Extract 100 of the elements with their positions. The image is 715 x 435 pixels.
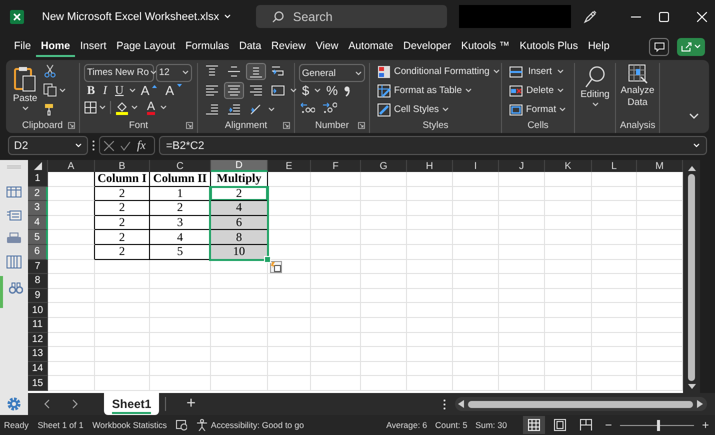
column-header[interactable]: H [407,160,453,172]
scroll-up-icon[interactable] [688,165,696,171]
increase-font-size-button[interactable]: A [138,82,160,98]
caret-icon[interactable] [355,70,362,76]
row-header[interactable]: 12 [28,332,48,348]
row-header[interactable]: 6 [28,244,48,260]
editing-button[interactable]: Editing [579,63,611,118]
caret-icon[interactable] [268,107,275,112]
cells-button[interactable]: Insert [506,63,570,80]
cut-icon[interactable] [43,64,58,78]
decrease-decimal-icon[interactable] [321,101,337,114]
check-icon[interactable] [120,140,131,150]
menu-tab[interactable]: Developer [398,36,456,57]
row-header[interactable]: 1 [28,172,48,187]
caret-icon[interactable] [592,102,598,107]
column-header[interactable]: J [499,160,545,172]
cancel-icon[interactable] [104,140,114,150]
binoculars-icon[interactable] [8,282,22,294]
caret-icon[interactable] [131,105,138,110]
column-header[interactable]: F [311,160,361,172]
row-header[interactable]: 10 [28,303,48,318]
column-header[interactable]: E [268,160,311,172]
caret-icon[interactable] [559,107,566,112]
column-header[interactable]: C [150,160,211,172]
menu-tab[interactable]: Help [582,36,615,57]
menu-tab[interactable]: Page Layout [111,36,180,57]
caret-icon[interactable] [59,88,66,92]
menu-tab[interactable]: Insert [75,36,112,57]
insert-function-button[interactable]: fx [137,138,146,153]
row-header[interactable]: 4 [28,216,48,230]
styles-button[interactable]: Format as Table [374,82,503,99]
row-header[interactable]: 11 [28,318,48,333]
name-box[interactable]: D2 [8,136,88,155]
currency-button[interactable]: $ [299,82,312,99]
column-header[interactable]: G [361,160,407,172]
decrease-font-size-button[interactable]: A [162,82,186,98]
dialog-launcher-icon[interactable] [358,122,365,129]
next-sheet-icon[interactable] [72,399,78,409]
fill-handle[interactable] [264,256,271,263]
caret-icon[interactable] [182,70,189,75]
workbook-statistics-button[interactable]: Workbook Statistics [92,420,167,430]
menu-tab[interactable]: Kutools Plus [514,36,583,57]
menu-tab[interactable]: Home [36,36,76,57]
menu-tab[interactable]: Kutools ™ [456,36,515,57]
scrollbar-thumb[interactable] [468,400,693,408]
caret-icon[interactable] [557,69,564,74]
caret-icon[interactable] [442,107,449,112]
row-header[interactable]: 14 [28,362,48,376]
caret-icon[interactable] [22,106,29,111]
row-header[interactable]: 8 [28,274,48,289]
menu-tab[interactable]: Formulas [180,36,234,57]
formula-field[interactable]: =B2*C2 [159,136,707,155]
alignment-button[interactable] [246,63,266,80]
table-icon[interactable] [6,186,22,198]
styles-button[interactable]: Conditional Formatting [374,63,503,80]
zoom-in-button[interactable]: + [702,418,709,432]
font-name-field[interactable]: Times New Ro [84,64,154,82]
menu-tab[interactable]: Review [266,36,311,57]
paste-options-icon[interactable] [270,260,282,273]
borders-icon[interactable] [84,101,97,114]
row-header[interactable]: 7 [28,260,48,274]
function-list-icon[interactable] [6,209,22,221]
caret-icon[interactable] [128,88,136,92]
share-button[interactable] [677,38,705,56]
fill-color-icon[interactable] [115,100,129,114]
caret-icon[interactable] [150,70,157,75]
row-header[interactable]: 13 [28,347,48,362]
scroll-left-icon[interactable] [458,400,464,408]
row-header[interactable]: 5 [28,230,48,245]
alignment-button[interactable] [224,82,244,99]
zoom-slider-thumb[interactable] [657,420,660,430]
menu-tab[interactable]: View [310,36,344,57]
view-button[interactable] [522,416,545,434]
scrollbar-thumb[interactable] [688,174,695,381]
cells-button[interactable]: Format [506,101,570,118]
bold-button[interactable]: B [84,82,98,98]
settings-icon[interactable] [6,396,22,412]
macro-icon[interactable] [176,420,187,430]
column-header[interactable]: A [48,160,95,172]
row-header[interactable]: 15 [28,376,48,391]
analyze-data-button[interactable]: Analyze Data [620,63,655,118]
styles-button[interactable]: Cell Styles [374,101,503,118]
caret-icon[interactable] [99,105,106,110]
select-all-icon[interactable] [34,162,42,170]
printer-icon[interactable] [6,232,22,244]
maximize-icon[interactable] [659,12,669,22]
scroll-right-icon[interactable] [697,400,703,408]
dialog-launcher-icon[interactable] [186,122,193,129]
dialog-launcher-icon[interactable] [283,122,290,129]
search-field[interactable]: Search [256,5,447,28]
menu-tab[interactable]: Data [234,36,266,57]
more-options-icon[interactable] [92,140,95,151]
caret-icon[interactable] [290,88,297,93]
pen-icon[interactable] [583,10,597,24]
percent-button[interactable]: % [323,82,341,99]
italic-button[interactable]: I [100,82,110,98]
close-icon[interactable] [697,12,707,22]
add-sheet-button[interactable]: + [182,395,200,413]
caret-icon[interactable] [557,88,564,93]
comments-button[interactable] [649,38,669,56]
